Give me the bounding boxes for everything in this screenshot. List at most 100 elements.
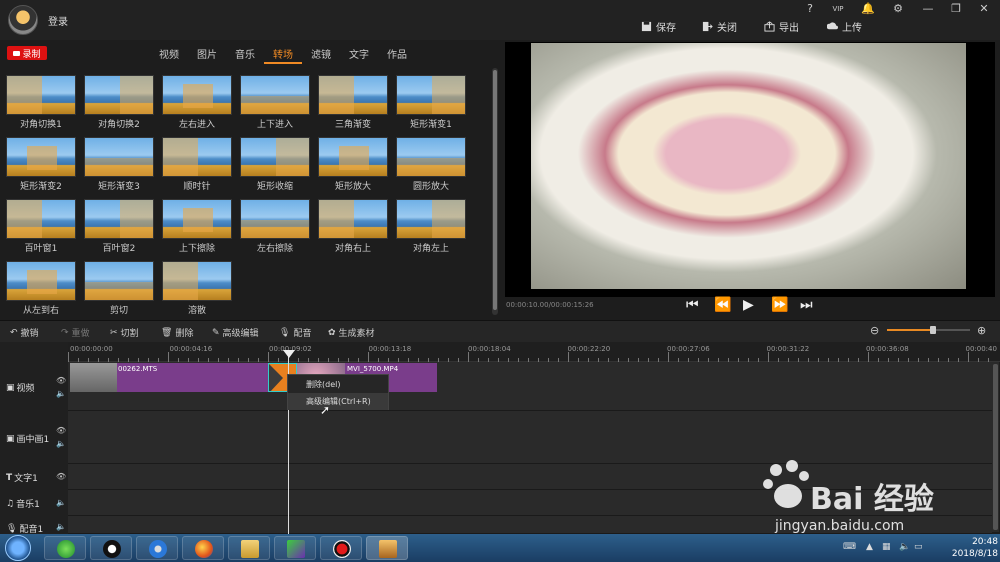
menu-item-delete[interactable]: 删除(del) — [288, 376, 388, 393]
zoom-slider-handle[interactable] — [930, 326, 936, 334]
cut-button[interactable]: ✂ 切割 — [110, 326, 139, 340]
transition-thumbnail[interactable]: 剪切 — [84, 261, 154, 316]
close-project-button[interactable]: 关闭 — [702, 18, 737, 34]
transition-label: 对角右上 — [334, 244, 371, 254]
taskbar-app[interactable] — [136, 536, 178, 560]
speaker-icon[interactable]: 🔈 — [56, 439, 66, 448]
transition-thumbnail[interactable]: 矩形渐变2 — [6, 137, 76, 192]
taskbar-app[interactable] — [274, 536, 316, 560]
library-scrollbar-thumb[interactable] — [493, 70, 497, 310]
volume-icon[interactable]: 🔈 — [899, 542, 910, 552]
next-frame-icon[interactable]: ⏩ — [771, 297, 788, 313]
transition-thumbnail[interactable]: 矩形渐变1 — [396, 75, 466, 130]
tab-image[interactable]: 图片 — [188, 42, 226, 64]
record-button[interactable]: 录制 — [7, 46, 47, 60]
prev-frame-icon[interactable]: ⏪ — [714, 297, 731, 313]
taskbar-app[interactable] — [90, 536, 132, 560]
transition-thumbnail[interactable]: 上下进入 — [240, 75, 310, 130]
time-ruler[interactable]: 00:00:00:00 00:00:04:16 00:00:09:02 00:00:1… — [68, 342, 1000, 362]
taskbar-app[interactable] — [44, 536, 86, 560]
tab-transition[interactable]: 转场 — [264, 42, 302, 64]
login-link[interactable]: 登录 — [48, 13, 68, 28]
timeline-scrollbar-thumb[interactable] — [993, 364, 998, 530]
transition-preview-image — [396, 75, 466, 115]
transition-thumbnail[interactable]: 对角左上 — [396, 199, 466, 254]
transition-label: 矩形放大 — [334, 182, 371, 192]
transition-thumbnail[interactable]: 左右进入 — [162, 75, 232, 130]
playhead-handle[interactable] — [283, 350, 295, 358]
bell-icon[interactable]: 🔔 — [858, 2, 878, 16]
transition-preview-image — [6, 75, 76, 115]
taskbar-app[interactable] — [228, 536, 270, 560]
transition-thumbnail[interactable]: 矩形渐变3 — [84, 137, 154, 192]
transition-thumbnail[interactable]: 圆形放大 — [396, 137, 466, 192]
transition-thumbnail[interactable]: 上下擦除 — [162, 199, 232, 254]
qq-icon — [103, 540, 121, 558]
transition-thumbnail[interactable]: 矩形收缩 — [240, 137, 310, 192]
menu-item-advanced-edit[interactable]: 高级编辑(Ctrl+R) — [288, 393, 388, 410]
taskbar-app-active[interactable] — [366, 536, 408, 560]
tray-arrow-icon[interactable]: ▲ — [866, 542, 873, 552]
export-button[interactable]: 导出 — [764, 18, 799, 34]
transition-thumbnail[interactable]: 左右擦除 — [240, 199, 310, 254]
clock[interactable]: 20:48 2018/8/18 — [942, 536, 998, 560]
zoom-in-icon[interactable]: ⊕ — [977, 324, 986, 337]
transition-thumbnail[interactable]: 对角切换2 — [84, 75, 154, 130]
transition-label: 圆形放大 — [412, 182, 449, 192]
skip-end-icon[interactable]: ⏭ — [800, 297, 813, 313]
cut-label: 切割 — [120, 329, 139, 339]
ruler-tick — [968, 352, 969, 362]
start-button[interactable] — [5, 535, 31, 561]
transition-thumbnail[interactable]: 三角渐变 — [318, 75, 388, 130]
upload-button[interactable]: 上传 — [827, 18, 862, 34]
vip-icon[interactable]: VIP — [828, 2, 848, 16]
transition-thumbnail[interactable]: 对角右上 — [318, 199, 388, 254]
transition-thumbnail[interactable]: 顺时针 — [162, 137, 232, 192]
display-icon[interactable]: ▭ — [914, 542, 923, 552]
scissors-icon: ✂ — [110, 327, 118, 338]
tab-works[interactable]: 作品 — [378, 42, 416, 64]
tab-filter[interactable]: 滤镜 — [302, 42, 340, 64]
delete-button[interactable]: 🗑 删除 — [161, 326, 193, 340]
close-icon[interactable]: ✕ — [974, 2, 994, 16]
network-icon[interactable]: ▦ — [882, 542, 891, 552]
transition-thumbnail[interactable]: 矩形放大 — [318, 137, 388, 192]
speaker-icon[interactable]: 🔈 — [56, 522, 66, 531]
zoom-out-icon[interactable]: ⊖ — [870, 324, 879, 337]
tab-text[interactable]: 文字 — [340, 42, 378, 64]
app-green-icon — [57, 540, 75, 558]
video-clip[interactable]: 00262.MTS — [70, 363, 268, 392]
track-pip[interactable] — [68, 411, 992, 464]
generate-material-button[interactable]: ✿ 生成素材 — [328, 326, 375, 340]
keyboard-icon[interactable]: ⌨ — [843, 542, 856, 552]
play-icon[interactable]: ▶ — [743, 297, 754, 313]
tab-video[interactable]: 视频 — [150, 42, 188, 64]
help-icon[interactable]: ? — [800, 2, 820, 16]
voiceover-button[interactable]: 🎙 配音 — [279, 326, 311, 340]
advanced-edit-button[interactable]: ✎ 高级编辑 — [212, 326, 259, 340]
undo-button[interactable]: ↶ 撤销 — [10, 326, 39, 340]
save-button[interactable]: 保存 — [641, 18, 676, 34]
taskbar-app[interactable] — [182, 536, 224, 560]
record-icon — [13, 50, 21, 56]
eye-icon[interactable]: 👁 — [56, 426, 66, 435]
speaker-icon[interactable]: 🔈 — [56, 389, 66, 398]
taskbar-app[interactable] — [320, 536, 362, 560]
transition-thumbnail[interactable]: 溶散 — [162, 261, 232, 316]
transition-thumbnail[interactable]: 百叶窗1 — [6, 199, 76, 254]
gear-icon[interactable]: ⚙ — [888, 2, 908, 16]
transition-label: 上下进入 — [256, 120, 293, 130]
transition-thumbnail[interactable]: 对角切换1 — [6, 75, 76, 130]
transition-thumbnail[interactable]: 百叶窗2 — [84, 199, 154, 254]
transition-preview-image — [240, 199, 310, 239]
maximize-icon[interactable]: ❐ — [946, 2, 966, 16]
transition-thumbnail[interactable]: 从左到右 — [6, 261, 76, 316]
speaker-icon[interactable]: 🔈 — [56, 498, 66, 507]
minimize-icon[interactable]: — — [918, 2, 938, 16]
eye-icon[interactable]: 👁 — [56, 376, 66, 385]
tab-music[interactable]: 音乐 — [226, 42, 264, 64]
redo-button[interactable]: ↷ 重做 — [61, 326, 90, 340]
avatar[interactable] — [8, 5, 38, 35]
skip-start-icon[interactable]: ⏮ — [686, 297, 699, 313]
eye-icon[interactable]: 👁 — [56, 472, 66, 481]
